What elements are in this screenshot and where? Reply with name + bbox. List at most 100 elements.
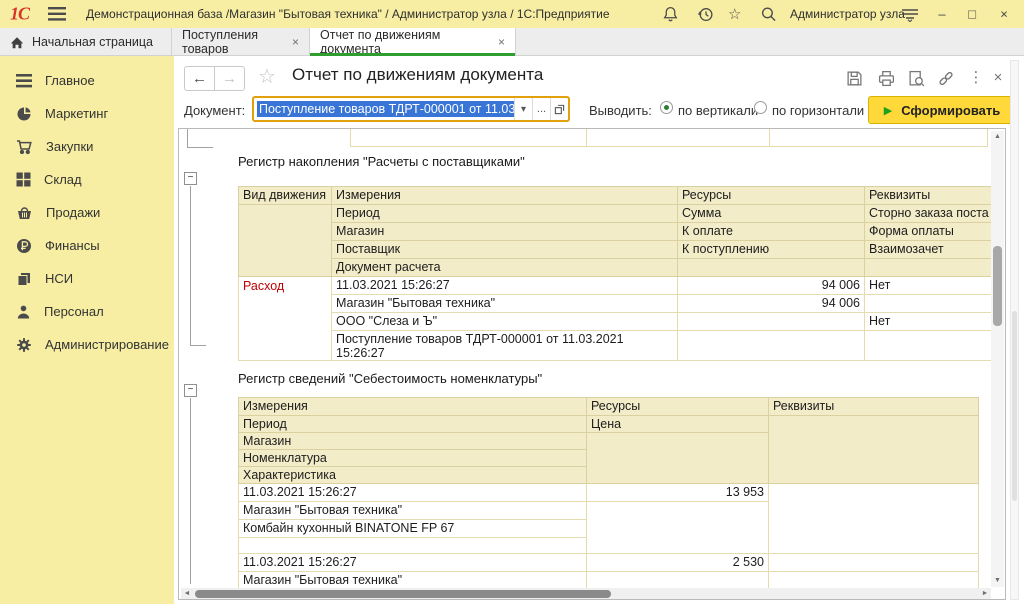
horizontal-scroll-thumb[interactable] — [195, 590, 611, 598]
table-cell[interactable]: Период — [332, 205, 678, 223]
table-cell[interactable]: Магазин "Бытовая техника" — [239, 502, 587, 520]
vertical-scroll-thumb[interactable] — [993, 246, 1002, 326]
table-cell[interactable]: Комбайн кухонный BINATONE FP 67 — [239, 520, 587, 538]
group-collapse-button[interactable]: − — [184, 172, 197, 185]
save-icon[interactable] — [844, 68, 864, 88]
table-cell[interactable]: 11.03.2021 15:26:27 — [239, 484, 587, 502]
table-cell[interactable]: 11.03.2021 15:26:27 — [239, 554, 587, 572]
sidebar-item-nsi[interactable]: НСИ — [0, 262, 174, 295]
scroll-left-icon[interactable]: ◄ — [181, 588, 193, 600]
table-cell[interactable]: ООО "Слеза и Ъ" — [332, 313, 678, 331]
table-cell[interactable]: Номенклатура — [239, 450, 587, 467]
table-cell[interactable]: К оплате — [678, 223, 865, 241]
table-cell[interactable]: 94 006 — [678, 295, 865, 313]
table-cell[interactable]: Поступление товаров ТДРТ-000001 от 11.03… — [332, 331, 678, 361]
scroll-down-icon[interactable]: ▼ — [991, 575, 1004, 587]
service-menu-icon[interactable] — [901, 6, 919, 22]
table-cell[interactable] — [587, 433, 769, 484]
table-cell[interactable] — [769, 484, 979, 554]
table-cell[interactable]: Форма оплаты — [865, 223, 994, 241]
table-cell[interactable]: Магазин "Бытовая техника" — [239, 572, 587, 590]
table-cell[interactable] — [865, 259, 994, 277]
document-field-text[interactable]: Поступление товаров ТДРТ-000001 от 11.03… — [254, 98, 514, 120]
history-icon[interactable] — [697, 6, 714, 23]
table-cell[interactable] — [678, 331, 865, 361]
table-cell[interactable]: Характеристика — [239, 467, 587, 484]
table-cell[interactable]: Реквизиты — [769, 398, 979, 416]
table-cell[interactable]: Ресурсы — [587, 398, 769, 416]
report-vertical-scrollbar[interactable]: ▲ ▼ — [991, 131, 1004, 587]
more-actions-icon[interactable]: ⋮ — [966, 67, 986, 87]
current-user[interactable]: Администратор узла — [790, 7, 905, 21]
tab-document-movements-report[interactable]: Отчет по движениям документа × — [310, 28, 516, 56]
radio-vertical-label[interactable]: по вертикали — [678, 103, 758, 118]
choose-button[interactable]: ... — [532, 98, 550, 120]
tab-goods-receipts[interactable]: Поступления товаров × — [172, 28, 310, 56]
sidebar-item-sales[interactable]: Продажи — [0, 196, 174, 229]
document-field[interactable]: Поступление товаров ТДРТ-000001 от 11.03… — [252, 96, 570, 122]
table-cell[interactable] — [239, 538, 587, 554]
form-scroll-thumb[interactable] — [1012, 311, 1017, 501]
table-cell[interactable]: 94 006 — [678, 277, 865, 295]
table-cell[interactable]: Ресурсы — [678, 187, 865, 205]
table-cell[interactable]: Взаимозачет — [865, 241, 994, 259]
table-cell[interactable]: 11.03.2021 15:26:27 — [332, 277, 678, 295]
sidebar-item-marketing[interactable]: Маркетинг — [0, 97, 174, 130]
table-cell[interactable]: Нет — [865, 277, 994, 295]
table-cell[interactable]: Период — [239, 416, 587, 433]
table-cell[interactable]: Магазин — [239, 433, 587, 450]
dropdown-arrow-icon[interactable]: ▾ — [514, 98, 532, 120]
table-cell[interactable]: Измерения — [239, 398, 587, 416]
sidebar-item-finance[interactable]: Финансы — [0, 229, 174, 262]
scroll-right-icon[interactable]: ► — [979, 588, 991, 600]
search-icon[interactable] — [760, 6, 777, 23]
table-cell[interactable] — [769, 554, 979, 572]
tab-close-icon[interactable]: × — [292, 35, 299, 49]
table-cell[interactable]: Вид движения — [239, 187, 332, 205]
radio-vertical[interactable] — [660, 101, 673, 114]
table-cell[interactable] — [769, 572, 979, 590]
sidebar-item-warehouse[interactable]: Склад — [0, 163, 174, 196]
table-cell[interactable]: 13 953 — [587, 484, 769, 502]
table-cell[interactable]: Сторно заказа поста — [865, 205, 994, 223]
forward-button[interactable]: → — [214, 66, 245, 91]
sidebar-item-administration[interactable]: Администрирование — [0, 328, 174, 361]
notifications-bell-icon[interactable] — [662, 6, 679, 23]
tab-close-icon[interactable]: × — [498, 35, 505, 49]
main-menu-icon[interactable] — [48, 7, 66, 21]
close-form-icon[interactable]: × — [988, 67, 1008, 87]
table-cell[interactable]: Реквизиты — [865, 187, 994, 205]
radio-horizontal[interactable] — [754, 101, 767, 114]
table-cell[interactable]: Измерения — [332, 187, 678, 205]
report-horizontal-scrollbar[interactable]: ◄ ► — [181, 588, 991, 600]
table-cell[interactable]: Нет — [865, 313, 994, 331]
table-cell[interactable] — [587, 572, 769, 590]
favorites-star-icon[interactable]: ☆ — [728, 5, 741, 23]
sidebar-item-personnel[interactable]: Персонал — [0, 295, 174, 328]
table-cell[interactable]: Магазин "Бытовая техника" — [332, 295, 678, 313]
table-cell[interactable]: Магазин — [332, 223, 678, 241]
add-to-favorites-star-icon[interactable]: ☆ — [258, 64, 276, 89]
table-cell[interactable] — [865, 295, 994, 313]
sidebar-item-purchases[interactable]: Закупки — [0, 130, 174, 163]
table-cell[interactable] — [239, 205, 332, 277]
table-cell[interactable]: Документ расчета — [332, 259, 678, 277]
table-cell[interactable] — [587, 502, 769, 554]
back-button[interactable]: ← — [184, 66, 215, 91]
table-cell[interactable] — [678, 313, 865, 331]
table-cell[interactable]: Поставщик — [332, 241, 678, 259]
open-document-icon[interactable] — [550, 98, 568, 120]
table-cell[interactable]: Расход — [239, 277, 332, 361]
table-cell[interactable]: Цена — [587, 416, 769, 433]
table-cell[interactable]: 2 530 — [587, 554, 769, 572]
radio-horizontal-label[interactable]: по горизонтали — [772, 103, 864, 118]
table-cell[interactable] — [865, 331, 994, 361]
table-cell[interactable]: Сумма — [678, 205, 865, 223]
maximize-button[interactable]: □ — [964, 7, 980, 22]
scroll-up-icon[interactable]: ▲ — [991, 131, 1004, 143]
form-vertical-scrollbar[interactable] — [1010, 60, 1019, 600]
table-cell[interactable] — [769, 416, 979, 484]
minimize-button[interactable]: – — [934, 7, 950, 22]
group-collapse-button[interactable]: − — [184, 384, 197, 397]
get-link-icon[interactable] — [936, 68, 956, 88]
